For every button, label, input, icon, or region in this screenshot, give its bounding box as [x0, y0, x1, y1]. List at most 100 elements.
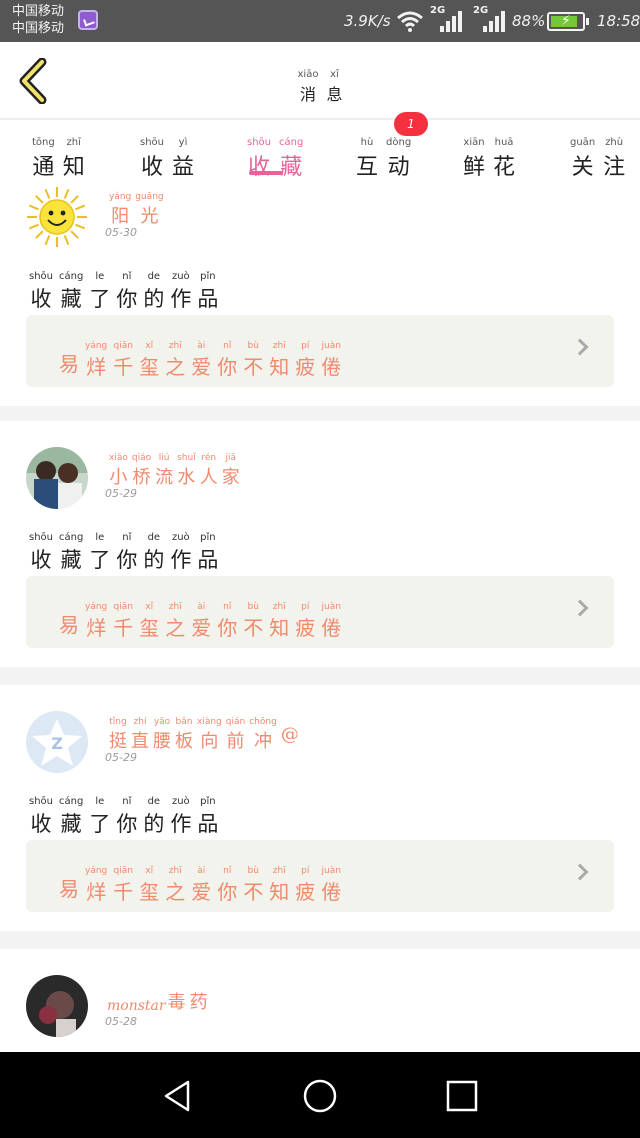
tab-earnings[interactable]: shōu 收 yì 益: [136, 130, 198, 180]
work-title-char: nǐ 你: [217, 602, 237, 641]
hanzi: 阳: [111, 206, 130, 227]
hanzi: 腰: [153, 731, 171, 752]
sun-avatar[interactable]: [26, 186, 88, 248]
pinyin: pǐn: [200, 271, 216, 282]
action-text: shōu 收 cáng 藏 le 了 nǐ 你 de 的 zuò 作 pǐn 品: [26, 525, 221, 574]
battery-percent: 88%: [512, 12, 546, 30]
action-char: zuò 作: [170, 796, 191, 838]
chevron-right-icon: [571, 338, 589, 356]
hanzi: 你: [217, 616, 238, 640]
hanzi: 了: [89, 812, 111, 836]
recents-square-icon[interactable]: [444, 1078, 480, 1114]
pinyin: de: [147, 271, 161, 282]
pinyin: zhī: [168, 341, 182, 351]
hanzi: 鲜: [463, 155, 486, 180]
hanzi: 收: [141, 155, 164, 180]
pinyin: pǐn: [200, 796, 216, 807]
timestamp: 05-29: [105, 487, 137, 500]
signal-icon: [440, 10, 464, 32]
net-speed: 3.9K/s: [344, 12, 391, 30]
work-title-char: nǐ 你: [217, 866, 237, 905]
back-triangle-icon[interactable]: [160, 1078, 196, 1114]
work-title-char: zhī 之: [165, 341, 185, 380]
hanzi: 之: [165, 355, 186, 379]
work-link-card[interactable]: 易 yáng 烊 qiān 千 xǐ 玺 zhī 之 ài 爱 nǐ 你 bù 不 zhī 知 pí 疲 juàn 倦: [26, 576, 614, 648]
signal-icon: [483, 10, 507, 32]
pinyin: yáng: [85, 866, 108, 876]
work-title-char: ài 爱: [191, 866, 211, 905]
hanzi: 注: [603, 155, 626, 180]
work-title-char: yáng 烊: [85, 602, 107, 641]
tab-label-char: hù 互: [356, 137, 378, 181]
app-icon: [78, 10, 98, 30]
svg-text:Z: Z: [51, 734, 63, 753]
qzone-avatar[interactable]: Z: [26, 711, 88, 773]
work-title-char: zhī 知: [269, 866, 289, 905]
chevron-right-icon: [571, 863, 589, 881]
hanzi: 爱: [191, 616, 212, 640]
tab-following[interactable]: guān 关 zhù 注: [566, 130, 629, 180]
work-link-card[interactable]: 易 yáng 烊 qiān 千 xǐ 玺 zhī 之 ài 爱 nǐ 你 bù 不 zhī 知 pí 疲 juàn 倦: [26, 315, 614, 387]
hanzi: 的: [143, 287, 165, 311]
pinyin: zhī: [168, 602, 182, 612]
hanzi: 水: [177, 467, 196, 488]
hanzi: 你: [116, 287, 138, 311]
action-char: nǐ 你: [116, 271, 137, 313]
pinyin: guān: [570, 137, 596, 148]
hanzi: 玺: [139, 355, 160, 379]
tab-interactions[interactable]: hù 互 dòng 动: [352, 130, 415, 181]
username[interactable]: monstar 毒药: [107, 977, 210, 1014]
username[interactable]: tǐng 挺 zhí 直 yāo 腰 bǎn 板 xiàng 向 qián 前 chōng 冲 @: [107, 713, 301, 753]
username[interactable]: xiǎo 小 qiáo 桥 liú 流 shuǐ 水 rén 人 jiā 家: [107, 449, 242, 489]
hanzi: 动: [387, 155, 410, 180]
hanzi: 藏: [60, 812, 82, 836]
status-bar: 中国移动 中国移动 3.9K/s 2G 2G 88% ⚡ 18:58: [0, 0, 640, 42]
pinyin: xiàng: [197, 717, 222, 727]
action-char: le 了: [89, 796, 110, 838]
interaction-badge: 1: [394, 112, 428, 136]
work-link-card[interactable]: 易 yáng 烊 qiān 千 xǐ 玺 zhī 之 ài 爱 nǐ 你 bù 不 zhī 知 pí 疲 juàn 倦: [26, 840, 614, 912]
hanzi: 你: [217, 355, 238, 379]
hanzi: 知: [62, 155, 85, 180]
hanzi: 你: [116, 812, 138, 836]
work-title-char: yáng 烊: [85, 866, 107, 905]
pinyin: zuò: [171, 271, 190, 282]
hanzi: 倦: [321, 355, 342, 379]
username-char: 毒: [168, 988, 186, 1014]
username-char: shuǐ 水: [177, 453, 196, 489]
pinyin: juàn: [321, 341, 341, 351]
hanzi: 不: [243, 355, 264, 379]
action-char: zuò 作: [170, 271, 191, 313]
username-char: chōng 冲: [249, 717, 277, 753]
home-circle-icon[interactable]: [302, 1078, 338, 1114]
hanzi: 作: [170, 812, 192, 836]
hanzi: 家: [221, 467, 240, 488]
pinyin: nǐ: [223, 866, 232, 876]
divider: [0, 931, 640, 949]
hanzi: 疲: [295, 880, 316, 904]
pinyin: ài: [197, 866, 206, 876]
pinyin: bù: [247, 866, 259, 876]
hanzi: 息: [326, 85, 343, 104]
rose-photo-avatar[interactable]: [26, 975, 88, 1037]
pinyin: tǐng: [109, 717, 127, 727]
couple-photo-avatar[interactable]: [26, 447, 88, 509]
tab-notifications[interactable]: tōng 通 zhī 知: [28, 130, 89, 181]
pinyin: cáng: [279, 137, 304, 148]
pinyin: le: [95, 796, 105, 807]
hanzi: 千: [113, 880, 134, 904]
work-title: 易 yáng 烊 qiān 千 xǐ 玺 zhī 之 ài 爱 nǐ 你 bù 不 zhī 知 pí 疲 juàn 倦: [56, 858, 344, 905]
tab-label-char: dòng 动: [386, 137, 411, 181]
action-char: le 了: [89, 271, 110, 313]
username[interactable]: yáng 阳 guāng 光: [107, 188, 166, 228]
tab-flowers[interactable]: xiān 鲜 huā 花: [459, 130, 519, 180]
hanzi: 消: [299, 85, 316, 104]
hanzi: 之: [165, 616, 186, 640]
tab-label-char: tōng 通: [32, 137, 55, 181]
username-char: guāng 光: [135, 192, 163, 228]
favorite-item: Ztǐng 挺 zhí 直 yāo 腰 bǎn 板 xiàng 向 qián 前 chōng 冲 @05-2…: [0, 685, 640, 931]
action-char: cáng 藏: [59, 532, 83, 574]
hanzi: @: [280, 724, 299, 745]
hanzi: 不: [243, 880, 264, 904]
action-char: shōu 收: [29, 532, 53, 574]
